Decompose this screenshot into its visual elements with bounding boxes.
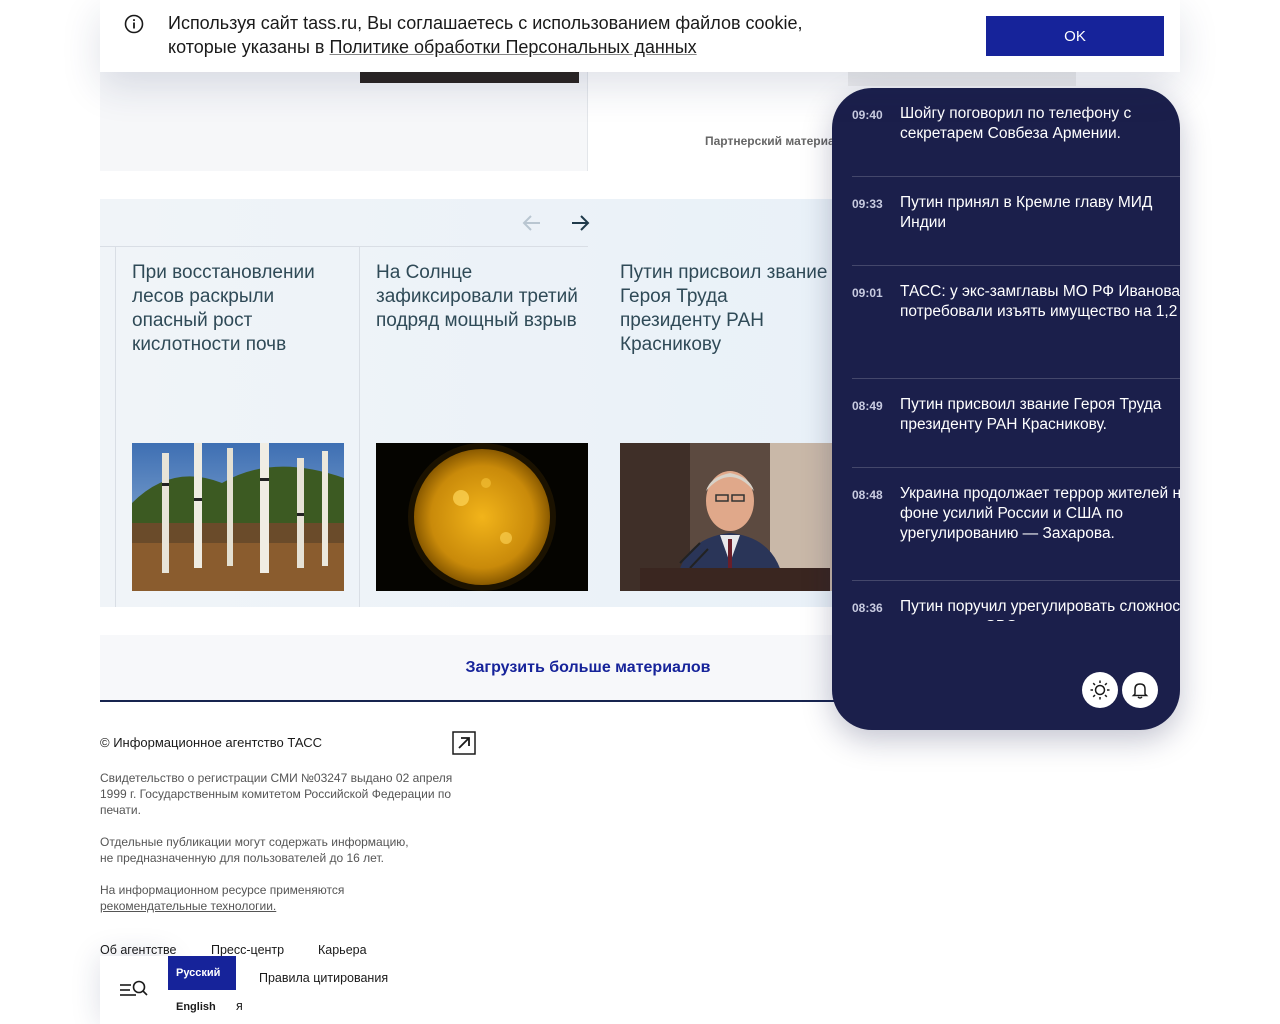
feed-item-time: 08:36 — [852, 601, 883, 615]
news-feed-list: 09:40 Шойгу поговорил по телефону с секр… — [852, 88, 1180, 621]
feed-item-time: 09:40 — [852, 108, 883, 122]
card-divider — [359, 247, 360, 607]
sun-photo[interactable] — [376, 443, 588, 591]
age-notice: Отдельные публикации могут содержать инф… — [100, 834, 470, 866]
arrow-right-icon[interactable] — [568, 211, 592, 235]
footer-link-press[interactable]: Пресс-центр — [211, 943, 284, 957]
news-card-title[interactable]: Путин присвоил звание Героя Труда презид… — [620, 261, 832, 443]
load-more-area: Загрузить больше материалов — [100, 635, 840, 702]
recommend-tech-link[interactable]: рекомендательные технологии. — [100, 899, 276, 913]
feed-item[interactable]: 09:40 Шойгу поговорил по телефону с секр… — [852, 88, 1180, 177]
footer-link-career[interactable]: Карьера — [318, 943, 367, 957]
external-link-icon[interactable] — [452, 731, 476, 755]
feed-item-headline[interactable]: Шойгу поговорил по телефону с секретарем… — [900, 104, 1180, 144]
footer-link-citation-rules[interactable]: Правила цитирования — [259, 971, 388, 985]
cookie-text: Используя сайт tass.ru, Вы соглашаетесь … — [168, 11, 868, 59]
recommend-text: На информационном ресурсе применяются — [100, 883, 345, 897]
news-card[interactable]: При восстановлении лесов раскрыли опасны… — [132, 261, 344, 591]
feed-item-headline[interactable]: ТАСС: у экс-замглавы МО РФ Иванова потре… — [900, 282, 1180, 322]
bell-icon — [1131, 683, 1149, 699]
privacy-policy-link[interactable]: Политике обработки Персональных данных — [330, 37, 697, 57]
cookie-banner: Используя сайт tass.ru, Вы соглашаетесь … — [100, 0, 1180, 72]
language-english[interactable]: English — [168, 990, 236, 1024]
age-notice-line-2: не предназначенную для пользователей до … — [100, 851, 384, 865]
cookie-ok-button[interactable]: OK — [986, 16, 1164, 56]
menu-search-icon — [120, 980, 148, 996]
feed-item-headline[interactable]: Путин принял в Кремле главу МИД Индии — [900, 193, 1180, 233]
registration-notice: Свидетельство о регистрации СМИ №03247 в… — [100, 771, 453, 817]
divider — [587, 70, 588, 171]
feed-item-time: 08:49 — [852, 399, 883, 413]
menu-search-button[interactable] — [100, 956, 168, 1024]
feed-item-time: 08:48 — [852, 488, 883, 502]
footer-copyright: © Информационное агентство ТАСС — [100, 735, 323, 750]
arrow-left-icon[interactable] — [520, 211, 544, 235]
age-notice-line-1: Отдельные публикации могут содержать инф… — [100, 835, 409, 849]
news-carousel: При восстановлении лесов раскрыли опасны… — [100, 199, 840, 607]
language-russian[interactable]: Русский — [168, 956, 236, 990]
news-card-title[interactable]: При восстановлении лесов раскрыли опасны… — [132, 261, 344, 443]
news-card-title[interactable]: На Солнце зафиксировали третий подряд мо… — [376, 261, 588, 443]
notifications-button[interactable] — [1122, 672, 1158, 708]
carousel-nav — [100, 199, 590, 247]
speaker-at-podium-photo[interactable] — [620, 443, 832, 591]
news-feed-panel: 09:40 Шойгу поговорил по телефону с секр… — [832, 88, 1180, 730]
feed-item-headline[interactable]: Путин поручил урегулировать сложности уч… — [900, 597, 1180, 621]
feed-item-time: 09:33 — [852, 197, 883, 211]
card-divider — [115, 247, 116, 607]
footer-link-about[interactable]: Об агентстве — [100, 943, 176, 957]
feed-item[interactable]: 08:49 Путин присвоил звание Героя Труда … — [852, 379, 1180, 468]
feed-item-headline[interactable]: Путин присвоил звание Героя Труда презид… — [900, 395, 1180, 435]
news-card[interactable]: Путин присвоил звание Героя Труда презид… — [620, 261, 832, 591]
feed-item[interactable]: 09:33 Путин принял в Кремле главу МИД Ин… — [852, 177, 1180, 266]
feed-item[interactable]: 08:48 Украина продолжает террор жителей … — [852, 468, 1180, 581]
theme-toggle-button[interactable] — [1082, 672, 1118, 708]
recommend-notice: На информационном ресурсе применяются ре… — [100, 882, 470, 914]
sun-icon — [1090, 680, 1110, 700]
feed-item[interactable]: 09:01 ТАСС: у экс-замглавы МО РФ Иванова… — [852, 266, 1180, 379]
feed-item-time: 09:01 — [852, 286, 883, 300]
feed-item[interactable]: 08:36 Путин поручил урегулировать сложно… — [852, 581, 1180, 621]
feed-item-headline[interactable]: Украина продолжает террор жителей на фон… — [900, 484, 1180, 544]
partner-label: Партнерский материал — [705, 134, 843, 148]
footer-link-partial[interactable]: я — [236, 999, 243, 1013]
news-card[interactable]: На Солнце зафиксировали третий подряд мо… — [376, 261, 588, 591]
birch-forest-photo[interactable] — [132, 443, 344, 591]
info-icon — [124, 14, 144, 34]
